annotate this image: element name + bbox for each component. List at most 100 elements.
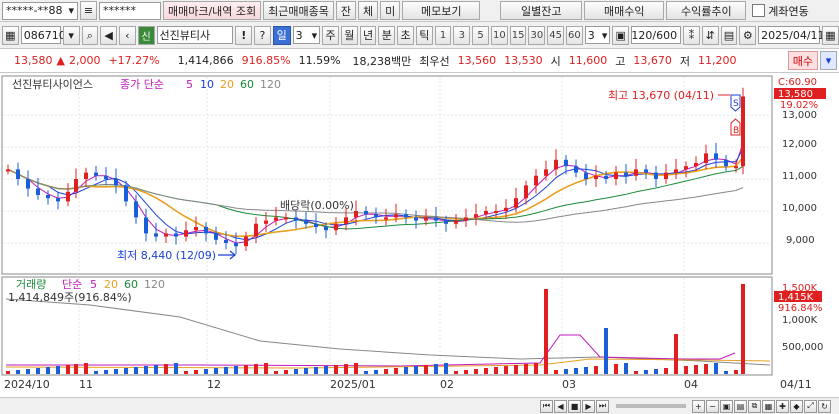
volume-bar — [46, 367, 50, 374]
tab-trade-marks[interactable]: 매매마크/내역 조회 — [163, 1, 262, 20]
account-link-checkbox[interactable] — [752, 4, 766, 17]
period-year[interactable]: 년 — [359, 25, 377, 45]
candle-body — [604, 175, 608, 179]
alert-button[interactable]: ! — [235, 25, 253, 45]
zoom-out-button[interactable]: − — [706, 399, 719, 413]
volume-bar — [484, 368, 488, 374]
candle-body — [434, 217, 438, 221]
image-button[interactable]: ▦ — [762, 399, 775, 413]
fit-button[interactable]: ▣ — [720, 399, 733, 413]
copy-button[interactable]: ⧉ — [748, 399, 761, 413]
interval-5[interactable]: 5 — [472, 25, 489, 45]
volume-bar — [66, 365, 70, 374]
return-trend-button[interactable]: 수익률추이 — [666, 1, 747, 20]
candle-body — [174, 233, 178, 237]
zoom-in-button[interactable]: + — [692, 399, 705, 413]
stock-name-field[interactable]: 선진뷰티사 — [156, 26, 234, 44]
volume-bar — [474, 369, 478, 374]
volume-bar — [114, 369, 118, 374]
candle-body — [454, 220, 458, 224]
prev-stock-button[interactable]: ‹ — [119, 25, 136, 45]
save-icon: ▤ — [723, 28, 735, 42]
period-month[interactable]: 월 — [340, 25, 358, 45]
lock-button[interactable]: ▣ — [612, 25, 630, 45]
zoom-button[interactable]: ⁑ — [683, 25, 700, 45]
vol-ma-60: 60 — [124, 278, 138, 291]
interval-10[interactable]: 10 — [490, 25, 508, 45]
tab-recent-trades[interactable]: 최근매매종목 — [263, 1, 334, 20]
top-toolbar: *****-**88 ▾ ≡ ****** 매매마크/내역 조회 최근매매종목 … — [0, 0, 839, 22]
candle-body — [104, 175, 108, 179]
che-button[interactable]: 체 — [358, 1, 379, 20]
price-volume-chart[interactable]: 선진뷰티사이언스 종가 단순 5 10 20 60 120 최고 13,670 … — [0, 73, 839, 397]
prev-icon-button[interactable]: ◀ — [554, 399, 567, 413]
first-icon-button[interactable]: ⏮ — [540, 399, 553, 413]
period-second[interactable]: 초 — [397, 25, 414, 45]
compare-button[interactable]: ⇵ — [701, 25, 719, 45]
period-value-select[interactable]: 3 ▾ — [292, 26, 321, 44]
interval-1[interactable]: 1 — [434, 25, 452, 45]
print-button[interactable]: ▤ — [734, 399, 747, 413]
search-button[interactable]: ⌕ — [81, 25, 99, 45]
save-button[interactable]: ▤ — [720, 25, 738, 45]
volume-bar — [164, 364, 168, 374]
layout-icon-button[interactable]: ▦ — [2, 25, 19, 45]
vol-y-tick-500k: 500,000 — [782, 342, 823, 353]
volume-bar — [6, 371, 10, 374]
refresh-icon: ↻ — [821, 401, 828, 411]
interval-3[interactable]: 3 — [453, 25, 471, 45]
mark-button[interactable]: ◆ — [790, 399, 803, 413]
menu-icon: ≡ — [83, 4, 94, 17]
account-link-toggle[interactable]: 계좌연동 — [752, 3, 809, 19]
settings-button[interactable]: ⚙ — [739, 25, 757, 45]
password-field[interactable]: ****** — [99, 1, 161, 20]
next-icon-button[interactable]: ▶ — [582, 399, 595, 413]
candle-body — [194, 227, 198, 231]
period-week[interactable]: 주 — [322, 25, 339, 45]
last-icon-button[interactable]: ⏭ — [596, 399, 609, 413]
date-field[interactable]: 2025/04/11 — [758, 26, 825, 44]
interval-30[interactable]: 30 — [528, 25, 546, 45]
period-minute[interactable]: 분 — [378, 25, 396, 45]
interval-45[interactable]: 45 — [547, 25, 564, 45]
memo-button[interactable]: 메모보기 — [402, 1, 481, 20]
trade-amount: 18,238백만 — [352, 54, 412, 68]
code-dropdown[interactable]: ▾ — [62, 25, 80, 45]
candle-body — [734, 166, 738, 169]
candle-body — [84, 172, 88, 179]
candle-body — [464, 217, 468, 221]
volume-bar — [694, 365, 698, 374]
volume-bar — [714, 363, 718, 374]
help-button[interactable]: ? — [254, 25, 271, 45]
interval-15[interactable]: 15 — [509, 25, 527, 45]
volume-bar — [224, 367, 228, 374]
minute-select[interactable]: 3 ▾ — [584, 26, 611, 44]
count-field[interactable]: 120/600 — [631, 26, 682, 44]
interval-60[interactable]: 60 — [565, 25, 583, 45]
period-tick[interactable]: 틱 — [415, 25, 433, 45]
account-select[interactable]: *****-**88 ▾ — [2, 1, 78, 20]
chart-area[interactable]: 선진뷰티사이언스 종가 단순 5 10 20 60 120 최고 13,670 … — [0, 73, 839, 397]
x-tick-2025-01: 2025/01 — [330, 378, 376, 391]
account-menu-button[interactable]: ≡ — [80, 1, 97, 20]
cross-button[interactable]: ✚ — [776, 399, 789, 413]
scroll-slider[interactable] — [616, 404, 686, 408]
sell-button[interactable]: ▾ — [820, 51, 837, 70]
high-label: 고 — [615, 54, 626, 68]
stop-icon-button[interactable]: ■ — [568, 399, 581, 413]
trade-profit-button[interactable]: 매매수익 — [584, 1, 665, 20]
daily-balance-button[interactable]: 일별잔고 — [500, 1, 583, 20]
mi-button[interactable]: 미 — [380, 1, 401, 20]
expand-button[interactable]: ⤢ — [804, 399, 817, 413]
speaker-button[interactable]: ◀ — [100, 25, 117, 45]
speaker-icon: ◀ — [104, 28, 113, 42]
plus-icon: + — [695, 401, 702, 411]
period-day-tab[interactable]: 일 — [272, 25, 291, 45]
buy-button[interactable]: 매수 — [787, 51, 818, 70]
vol-tag: 1,415K — [778, 292, 814, 303]
dividend-annotation: 배당락(0.00%) — [280, 199, 354, 212]
jan-button[interactable]: 잔 — [335, 1, 357, 20]
refresh-button[interactable]: ↻ — [818, 399, 831, 413]
stock-code-input[interactable]: 086710 — [20, 26, 66, 44]
calendar-button[interactable]: ▦ — [822, 25, 839, 45]
